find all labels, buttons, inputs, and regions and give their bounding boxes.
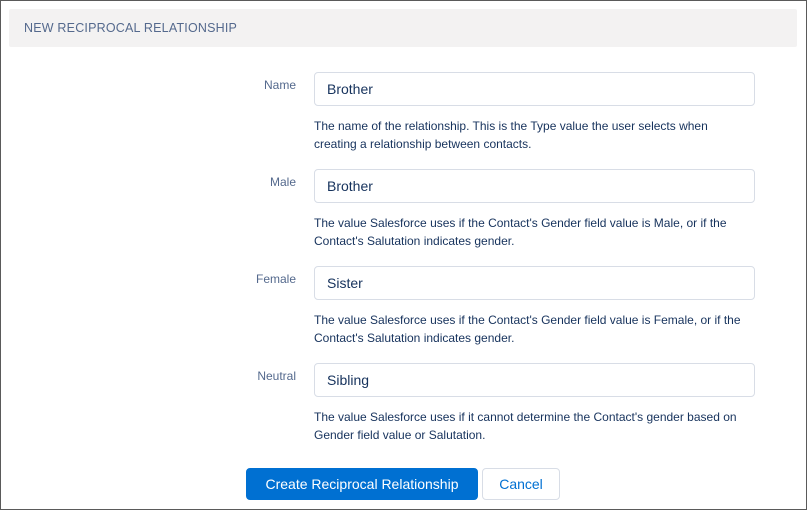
male-help-text: The value Salesforce uses if the Contact… [314, 214, 759, 250]
female-input[interactable] [314, 266, 755, 300]
name-help-text: The name of the relationship. This is th… [314, 117, 759, 153]
male-help-line-2: Contact's Salutation indicates gender. [314, 234, 515, 248]
neutral-help-line-1: The value Salesforce uses if it cannot d… [314, 410, 737, 424]
cancel-button[interactable]: Cancel [482, 468, 560, 500]
reciprocal-relationship-form: NEW RECIPROCAL RELATIONSHIP Name The nam… [0, 0, 807, 510]
female-label: Female [255, 272, 296, 286]
neutral-label: Neutral [257, 369, 296, 383]
neutral-input[interactable] [314, 363, 755, 397]
section-header: NEW RECIPROCAL RELATIONSHIP [9, 9, 797, 47]
name-label: Name [263, 78, 296, 92]
male-help-line-1: The value Salesforce uses if the Contact… [314, 216, 727, 230]
neutral-help-line-2: Gender field value or Salutation. [314, 428, 486, 442]
female-help-line-1: The value Salesforce uses if the Contact… [314, 313, 741, 327]
section-title: NEW RECIPROCAL RELATIONSHIP [24, 21, 238, 35]
name-input[interactable] [314, 72, 755, 106]
name-help-line-2: creating a relationship between contacts… [314, 137, 532, 151]
create-reciprocal-relationship-button[interactable]: Create Reciprocal Relationship [246, 468, 478, 500]
name-help-line-1: The name of the relationship. This is th… [314, 119, 708, 133]
male-input[interactable] [314, 169, 755, 203]
neutral-help-text: The value Salesforce uses if it cannot d… [314, 408, 759, 444]
male-label: Male [269, 175, 296, 189]
female-help-line-2: Contact's Salutation indicates gender. [314, 331, 515, 345]
female-help-text: The value Salesforce uses if the Contact… [314, 311, 759, 347]
